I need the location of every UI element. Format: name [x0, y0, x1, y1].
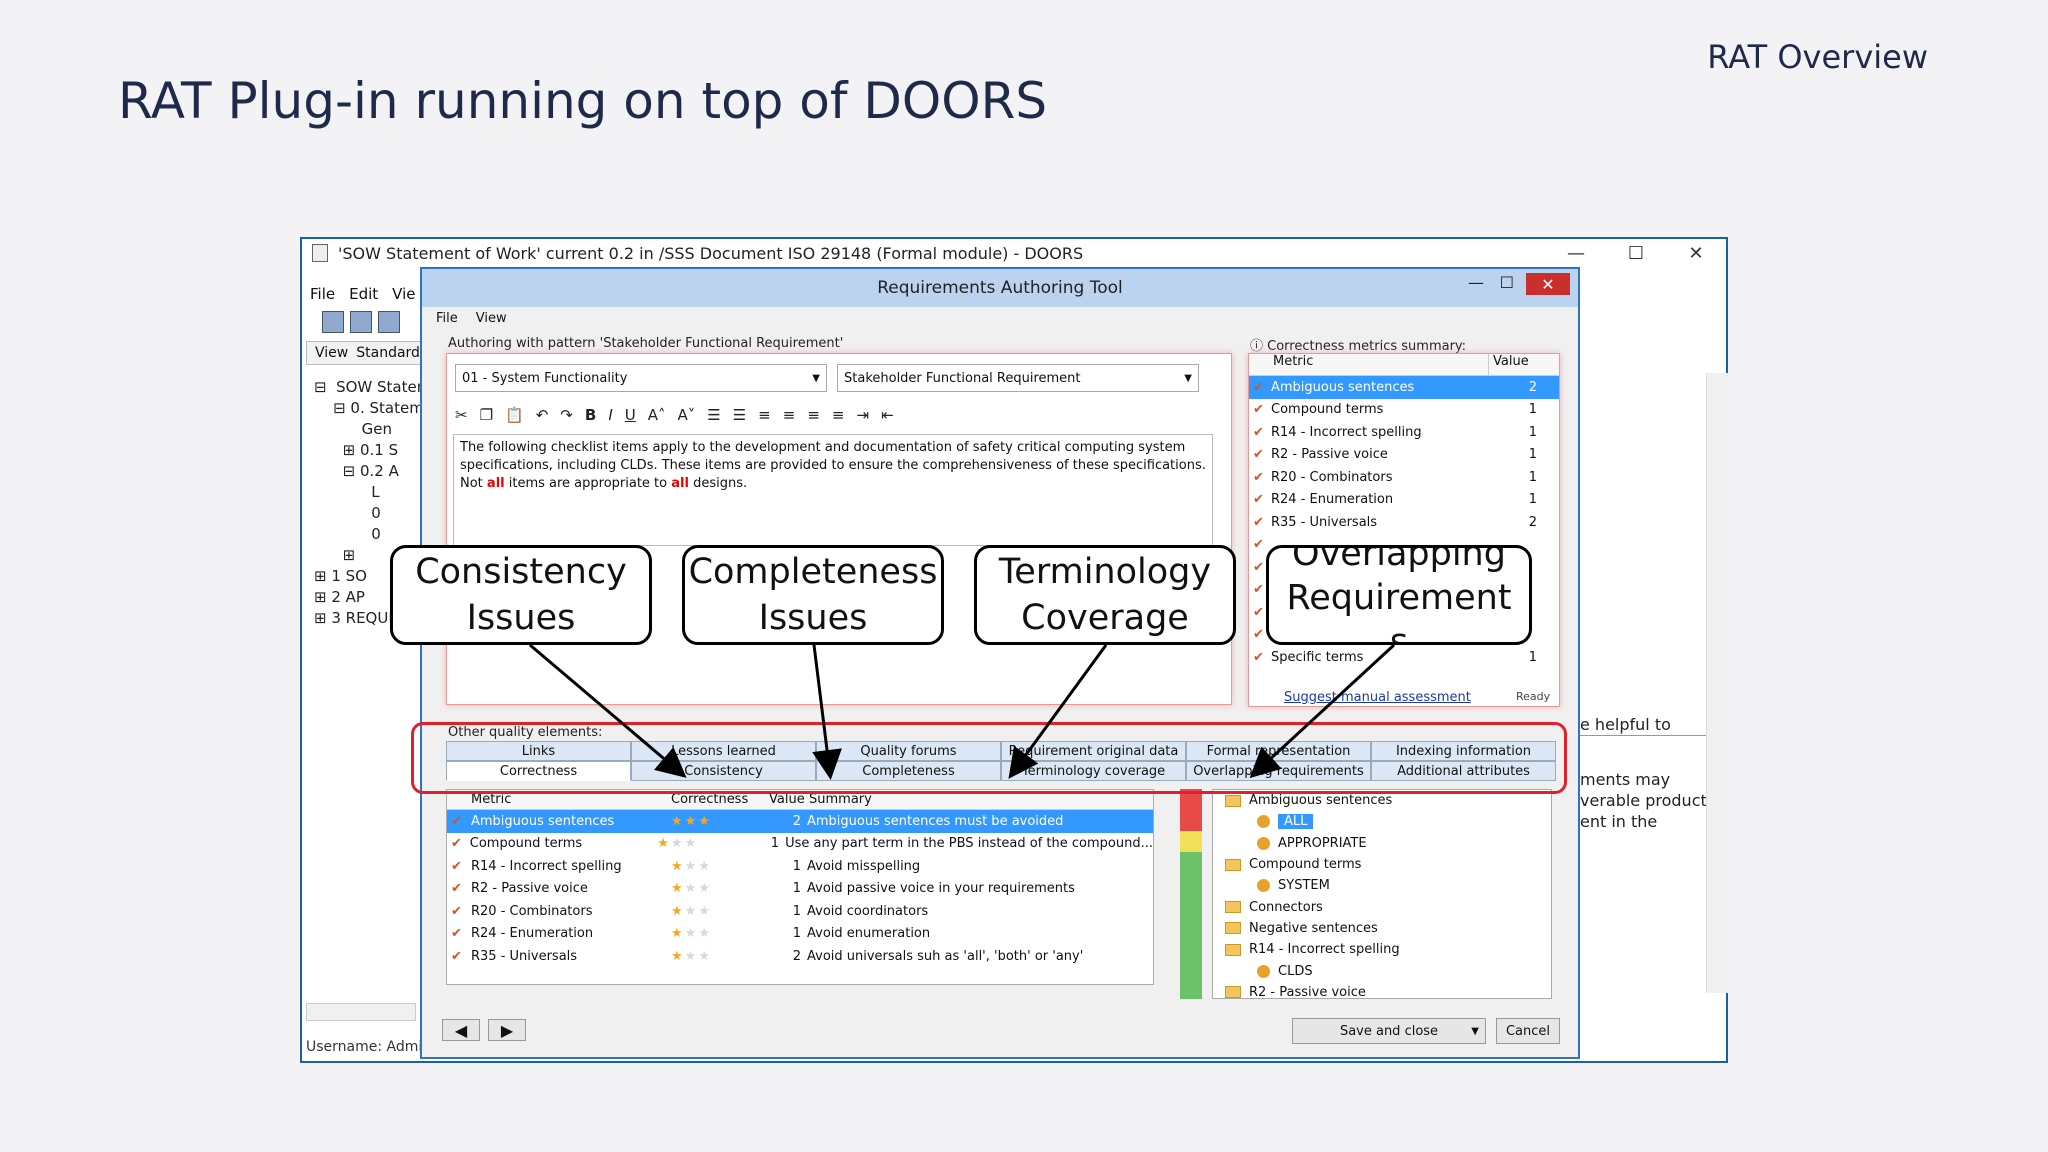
- callout-arrows: [529, 643, 1396, 780]
- arrow-completeness: [812, 644, 842, 780]
- arrow-overlapping: [1249, 643, 1396, 779]
- arrow-terminology: [1008, 644, 1108, 779]
- arrow-consistency: [529, 643, 687, 778]
